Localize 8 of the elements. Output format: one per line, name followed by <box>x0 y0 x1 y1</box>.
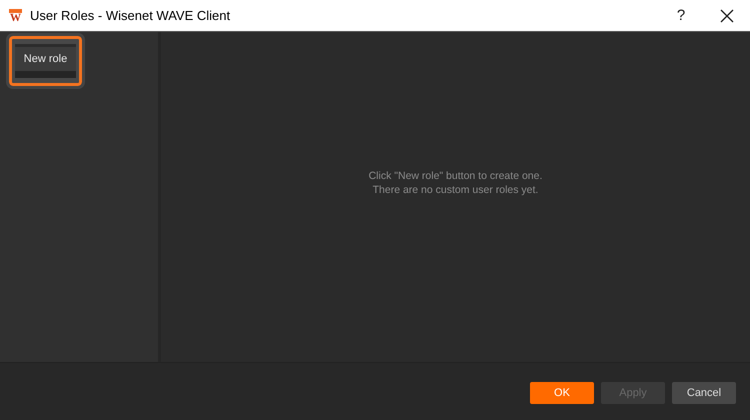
new-role-button[interactable]: New role <box>15 44 76 78</box>
app-logo: W <box>9 8 22 22</box>
help-button[interactable]: ? <box>658 0 704 30</box>
empty-message: Click "New role" button to create one. <box>368 169 542 183</box>
empty-message: There are no custom user roles yet. <box>372 183 538 197</box>
dialog-button[interactable]: Cancel <box>672 382 736 404</box>
window-title: User Roles - Wisenet WAVE Client <box>30 8 230 23</box>
close-icon <box>720 8 734 22</box>
